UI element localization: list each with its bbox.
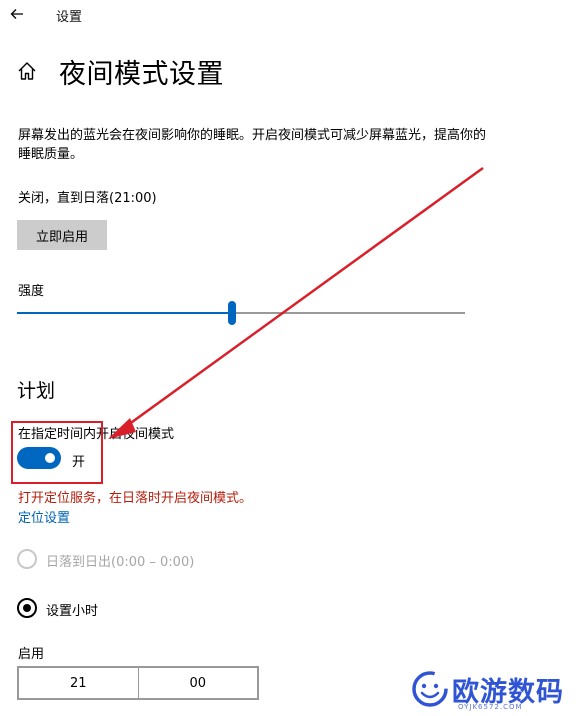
sunset-sunrise-radio[interactable]	[17, 549, 37, 569]
set-hours-label: 设置小时	[46, 604, 99, 619]
slider-fill	[17, 312, 232, 314]
slider-thumb[interactable]	[228, 301, 236, 325]
toggle-knob	[45, 453, 55, 463]
arrow-left-icon	[10, 9, 23, 19]
title-bar: 设置	[0, 0, 586, 30]
description-text: 屏幕发出的蓝光会在夜间影响你的睡眠。开启夜间模式可减少屏幕蓝光，提高你的睡眠质量…	[18, 128, 487, 162]
window-title: 设置	[56, 10, 83, 25]
schedule-toggle[interactable]	[17, 447, 61, 469]
schedule-toggle-label: 在指定时间内开启夜间模式	[18, 427, 175, 442]
watermark-subtext: OYJK6572.COM	[458, 703, 523, 711]
time-picker[interactable]: 21 00	[17, 666, 259, 700]
enable-time-label: 启用	[18, 647, 45, 662]
set-hours-radio[interactable]	[17, 598, 37, 618]
location-settings-link[interactable]: 定位设置	[18, 507, 70, 526]
home-icon[interactable]	[16, 60, 38, 82]
status-text: 关闭，直到日落(21:00)	[18, 191, 157, 206]
back-button[interactable]	[6, 3, 28, 25]
location-warning: 打开定位服务，在日落时开启夜间模式。	[18, 491, 253, 506]
toggle-state-text: 开	[72, 455, 86, 470]
strength-slider[interactable]	[17, 300, 465, 326]
strength-label: 强度	[18, 284, 45, 299]
sunset-sunrise-label: 日落到日出(0:00 – 0:00)	[46, 555, 195, 570]
smiley-logo-icon	[412, 671, 448, 707]
schedule-heading: 计划	[17, 380, 56, 402]
page-title: 夜间模式设置	[59, 59, 224, 90]
enable-now-button[interactable]: 立即启用	[17, 220, 107, 250]
watermark: 欧游数码 OYJK6572.COM	[406, 664, 584, 714]
time-minute[interactable]: 00	[137, 668, 258, 698]
time-hour[interactable]: 21	[19, 668, 138, 698]
